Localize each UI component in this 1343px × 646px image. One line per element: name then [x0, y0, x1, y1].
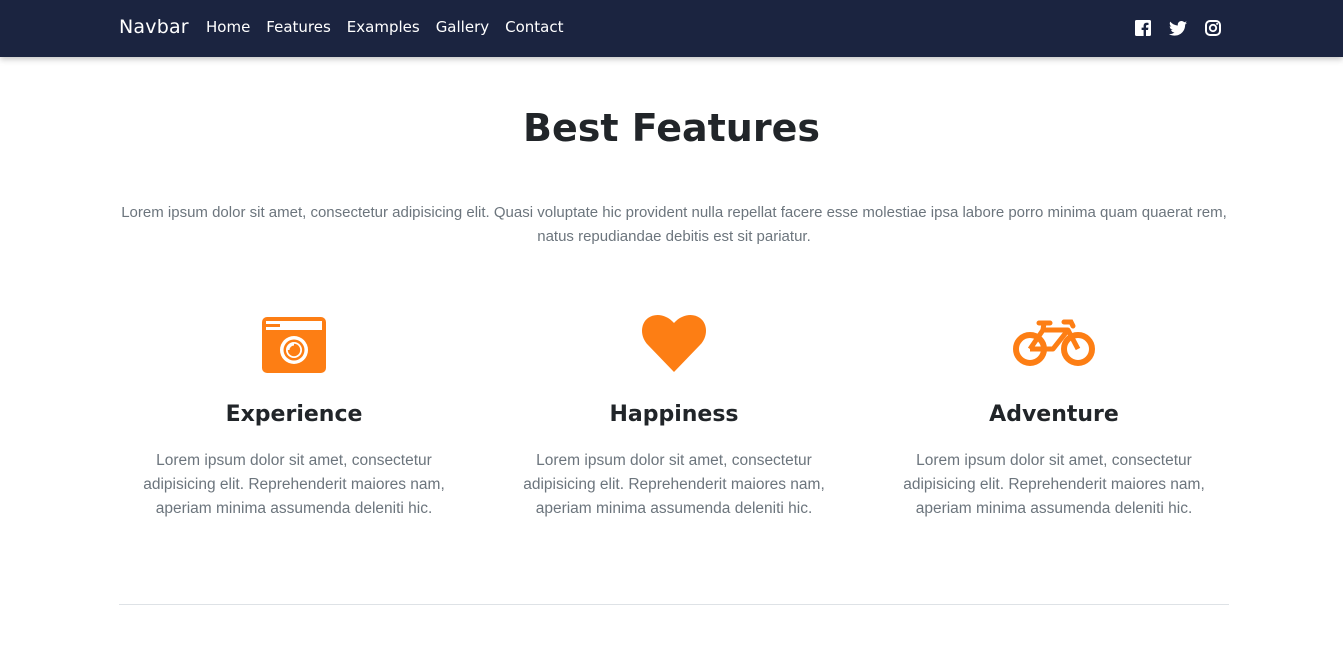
facebook-icon[interactable]: [1134, 19, 1152, 37]
feature-text: Lorem ipsum dolor sit amet, consectetur …: [523, 452, 825, 517]
feature-title: Experience: [225, 402, 363, 427]
nav-link-contact[interactable]: Contact: [505, 18, 563, 36]
instagram-icon[interactable]: [1204, 19, 1222, 37]
section-intro: Lorem ipsum dolor sit amet, consectetur …: [121, 204, 1227, 245]
nav-link-home[interactable]: Home: [206, 18, 250, 36]
nav-links: Home Features Examples Gallery Contact: [206, 18, 579, 36]
nav-link-examples[interactable]: Examples: [347, 18, 420, 36]
section-divider: [119, 604, 1229, 605]
feature-text: Lorem ipsum dolor sit amet, consectetur …: [903, 452, 1205, 517]
camera-icon: [104, 310, 484, 376]
feature-text: Lorem ipsum dolor sit amet, consectetur …: [143, 452, 445, 517]
nav-link-features[interactable]: Features: [266, 18, 331, 36]
nav-link-gallery[interactable]: Gallery: [436, 18, 489, 36]
feature-card-experience: Experience Lorem ipsum dolor sit amet, c…: [104, 310, 484, 521]
bicycle-icon: [864, 310, 1244, 376]
top-navbar: Navbar Home Features Examples Gallery Co…: [0, 0, 1343, 57]
feature-card-happiness: Happiness Lorem ipsum dolor sit amet, co…: [484, 310, 864, 521]
section-title: Best Features: [523, 106, 820, 150]
feature-title: Happiness: [609, 402, 739, 427]
feature-card-adventure: Adventure Lorem ipsum dolor sit amet, co…: [864, 310, 1244, 521]
navbar-brand[interactable]: Navbar: [119, 16, 189, 38]
twitter-icon[interactable]: [1169, 19, 1187, 37]
feature-title: Adventure: [989, 402, 1119, 427]
heart-icon: [484, 310, 864, 376]
